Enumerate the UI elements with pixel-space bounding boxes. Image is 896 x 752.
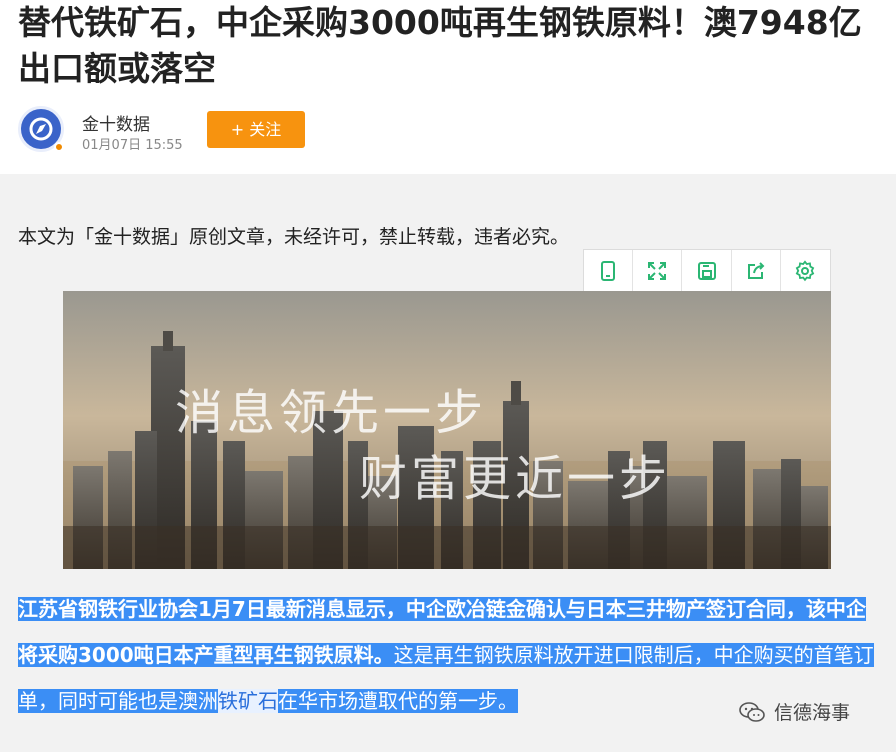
author-name[interactable]: 金十数据 (82, 110, 150, 135)
verified-badge (54, 142, 64, 152)
banner-image: 消息领先一步 财富更近一步 (63, 291, 831, 569)
share-icon (747, 262, 765, 279)
tablet-icon (601, 261, 616, 281)
banner-slogan-1: 消息领先一步 (175, 385, 488, 441)
save-icon (697, 262, 716, 280)
save-button[interactable] (682, 250, 732, 292)
article-header: 替代铁矿石，中企采购3000吨再生钢铁原料！澳7948亿出口额或落空 金十数据 … (0, 0, 896, 174)
copyright-notice: 本文为「金十数据」原创文章，未经许可，禁止转载，违者必究。 (18, 226, 570, 248)
banner-slogan-2: 财富更近一步 (359, 451, 672, 507)
settings-icon (796, 260, 815, 282)
paragraph-text-2: 在华市场遭取代的第一步。 (278, 689, 518, 713)
author-avatar[interactable] (18, 106, 64, 152)
watermark-text: 信德海事 (774, 702, 851, 724)
tablet-mode-button[interactable] (584, 250, 634, 292)
publish-time: 01月07日 15:55 (82, 138, 183, 153)
fullscreen-icon (648, 262, 667, 280)
settings-button[interactable] (781, 250, 830, 292)
wechat-icon (739, 701, 765, 722)
keyword-link[interactable]: 铁矿石 (218, 689, 278, 713)
watermark: 信德海事 (738, 698, 850, 725)
fullscreen-button[interactable] (633, 250, 683, 292)
follow-button[interactable]: + 关注 (207, 111, 305, 148)
share-button[interactable] (732, 250, 781, 292)
article-title: 替代铁矿石，中企采购3000吨再生钢铁原料！澳7948亿出口额或落空 (18, 3, 862, 88)
reader-toolbar (583, 249, 831, 293)
compass-icon (29, 117, 53, 141)
article-body: 本文为「金十数据」原创文章，未经许可，禁止转载，违者必究。 消息领先一步 财富更… (0, 174, 896, 752)
